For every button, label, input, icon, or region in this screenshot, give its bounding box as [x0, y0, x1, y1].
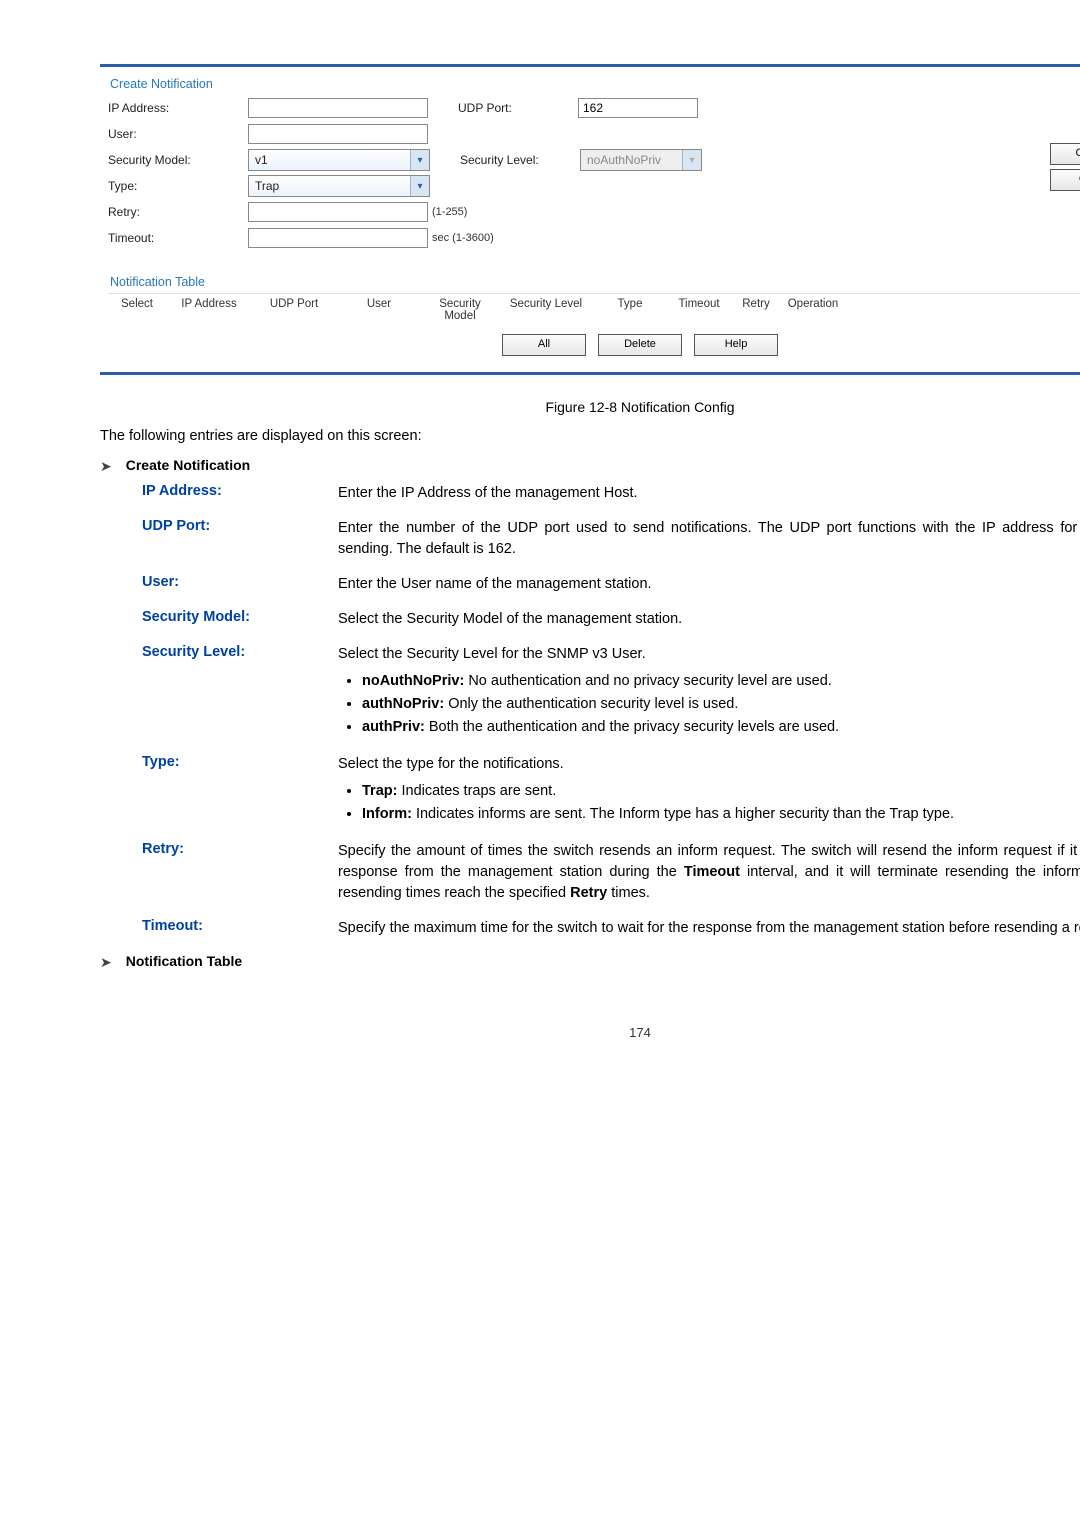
field-retry-label: Retry: [142, 841, 338, 857]
chevron-down-icon: ▾ [682, 150, 701, 170]
notification-table-title: Notification Table [110, 275, 1080, 289]
field-type-label: Type: [142, 754, 338, 770]
intro-text: The following entries are displayed on t… [100, 427, 1080, 447]
security-model-label: Security Model: [108, 153, 248, 167]
create-notification-title: Create Notification [110, 77, 1080, 91]
col-retry: Retry [734, 298, 778, 322]
field-udp-port-label: UDP Port: [142, 518, 338, 534]
field-ip-address-label: IP Address: [142, 483, 338, 499]
field-udp-port-desc: Enter the number of the UDP port used to… [338, 518, 1080, 560]
chevron-down-icon: ▾ [410, 176, 429, 196]
field-security-level-desc: Select the Security Level for the SNMP v… [338, 644, 1080, 740]
col-timeout: Timeout [664, 298, 734, 322]
field-ip-address-desc: Enter the IP Address of the management H… [338, 483, 1080, 504]
col-select: Select [110, 298, 164, 322]
col-security-level: Security Level [496, 298, 596, 322]
section-notification-table: Notification Table [126, 953, 242, 969]
field-type-desc: Select the type for the notifications. T… [338, 754, 1080, 827]
clear-button[interactable]: Clear [1050, 169, 1080, 191]
user-label: User: [108, 127, 248, 141]
col-operation: Operation [778, 298, 848, 322]
page-number: 174 [100, 1025, 1080, 1040]
timeout-label: Timeout: [108, 231, 248, 245]
field-security-level-label: Security Level: [142, 644, 338, 660]
ip-address-input[interactable] [248, 98, 428, 118]
figure-caption: Figure 12-8 Notification Config [100, 399, 1080, 415]
section-create-notification: Create Notification [126, 457, 250, 473]
col-udp: UDP Port [254, 298, 334, 322]
type-select[interactable]: Trap ▾ [248, 175, 430, 197]
type-label: Type: [108, 179, 248, 193]
field-user-desc: Enter the User name of the management st… [338, 574, 1080, 595]
field-security-model-label: Security Model: [142, 609, 338, 625]
help-button[interactable]: Help [694, 334, 778, 356]
create-notification-form: IP Address: UDP Port: User: Security Mod… [108, 95, 1080, 251]
security-level-label: Security Level: [460, 153, 580, 167]
chevron-down-icon: ▾ [410, 150, 429, 170]
security-level-select: noAuthNoPriv ▾ [580, 149, 702, 171]
field-timeout-desc: Specify the maximum time for the switch … [338, 918, 1080, 939]
col-user: User [334, 298, 424, 322]
user-input[interactable] [248, 124, 428, 144]
col-type: Type [596, 298, 664, 322]
retry-input[interactable] [248, 202, 428, 222]
field-security-model-desc: Select the Security Model of the managem… [338, 609, 1080, 630]
field-timeout-label: Timeout: [142, 918, 338, 934]
retry-hint: (1-255) [432, 206, 467, 218]
notification-config-panel: Create Notification IP Address: UDP Port… [100, 64, 1080, 375]
udp-port-input[interactable] [578, 98, 698, 118]
udp-port-label: UDP Port: [458, 101, 578, 115]
create-button[interactable]: Create [1050, 143, 1080, 165]
col-security-model: Security Model [424, 298, 496, 322]
ip-address-label: IP Address: [108, 101, 248, 115]
notification-table-header: Select IP Address UDP Port User Security… [108, 293, 1080, 326]
field-retry-desc: Specify the amount of times the switch r… [338, 841, 1080, 904]
arrow-icon: ➤ [100, 954, 112, 971]
col-ip: IP Address [164, 298, 254, 322]
timeout-hint: sec (1-3600) [432, 232, 494, 244]
delete-button[interactable]: Delete [598, 334, 682, 356]
all-button[interactable]: All [502, 334, 586, 356]
retry-label: Retry: [108, 205, 248, 219]
security-model-select[interactable]: v1 ▾ [248, 149, 430, 171]
arrow-icon: ➤ [100, 458, 112, 475]
timeout-input[interactable] [248, 228, 428, 248]
field-user-label: User: [142, 574, 338, 590]
